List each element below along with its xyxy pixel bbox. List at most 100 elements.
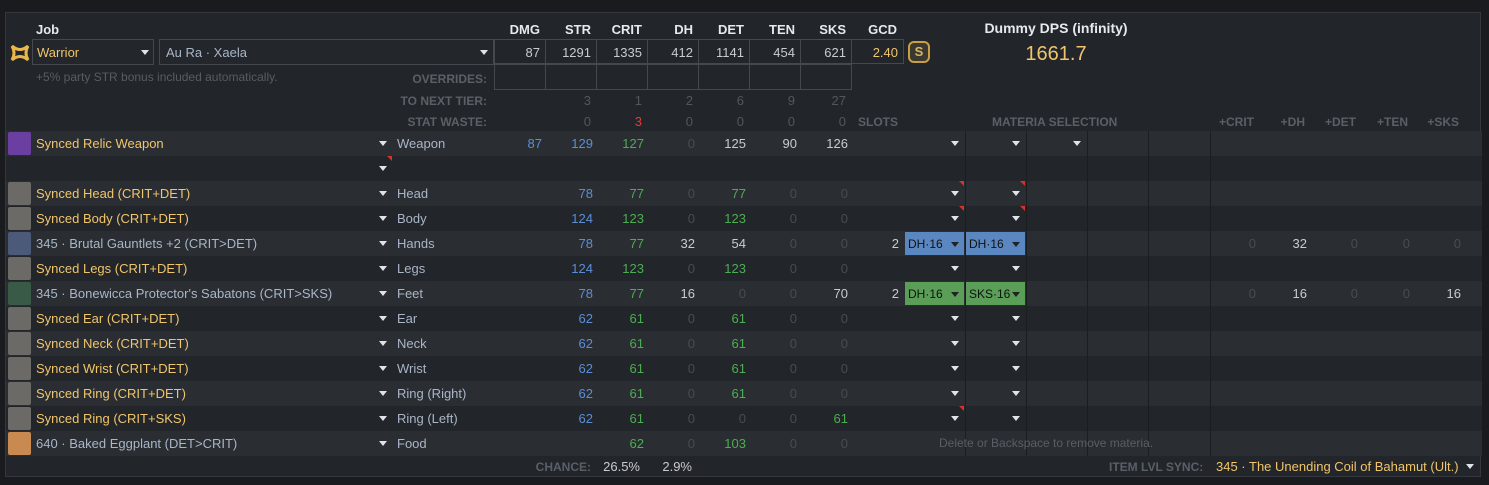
materia-select-chevron-icon[interactable] — [1012, 216, 1020, 221]
materia-select[interactable]: DH·16 — [905, 232, 964, 255]
job-value: Warrior — [37, 45, 80, 60]
gear-row[interactable]: Synced Ring (CRIT+SKS) Ring (Left) 62 61 0 0 0… — [6, 406, 1482, 431]
materia-divider — [1026, 306, 1027, 331]
materia-divider — [1087, 381, 1088, 406]
item-select-chevron-icon[interactable] — [379, 316, 387, 321]
item-name[interactable]: 640 · Baked Eggplant (DET>CRIT) — [36, 436, 237, 451]
stat-ten: 0 — [789, 411, 797, 426]
item-select-chevron-icon[interactable] — [379, 441, 387, 446]
override-input-dmg[interactable] — [494, 64, 546, 90]
materia-select-chevron-icon[interactable] — [951, 316, 959, 321]
override-input-ten[interactable] — [749, 64, 801, 90]
gear-row[interactable]: Synced Ear (CRIT+DET) Ear 62 61 0 61 0 0 — [6, 306, 1482, 331]
slot-label: Legs — [397, 261, 426, 276]
item-select-chevron-icon[interactable] — [379, 416, 387, 421]
item-select-chevron-icon[interactable] — [379, 291, 387, 296]
materia-select-chevron-icon[interactable] — [1012, 341, 1020, 346]
gear-row[interactable]: 345 · Bonewicca Protector's Sabatons (CR… — [6, 281, 1482, 306]
item-select-chevron-icon[interactable] — [379, 191, 387, 196]
materia-select-chevron-icon[interactable] — [1073, 141, 1081, 146]
materia-divider — [1148, 206, 1149, 231]
item-select-chevron-icon[interactable] — [379, 141, 387, 146]
stat-sks: 0 — [840, 261, 848, 276]
materia-select-chevron-icon[interactable] — [951, 141, 959, 146]
item-name[interactable]: Synced Ear (CRIT+DET) — [36, 311, 179, 326]
stat-value-dmg: 87 — [494, 39, 546, 64]
override-input-str[interactable] — [545, 64, 597, 90]
item-name[interactable]: Synced Head (CRIT+DET) — [36, 186, 190, 201]
materia-select-chevron-icon[interactable] — [1012, 391, 1020, 396]
materia-select-chevron-icon[interactable] — [1012, 366, 1020, 371]
next-tier-value: 9 — [787, 93, 795, 108]
materia-select-chevron-icon[interactable] — [951, 216, 959, 221]
materia-select-chevron-icon[interactable] — [951, 191, 959, 196]
item-name[interactable]: Synced Ring (CRIT+SKS) — [36, 411, 186, 426]
gear-row[interactable]: 640 · Baked Eggplant (DET>CRIT) Food 62 0 10… — [6, 431, 1482, 456]
materia-select-chevron-icon[interactable] — [951, 391, 959, 396]
item-name[interactable]: 345 · Bonewicca Protector's Sabatons (CR… — [36, 286, 332, 301]
materia-select[interactable]: DH·16 — [966, 232, 1025, 255]
column-divider — [1210, 156, 1211, 181]
materia-slot-count: 2 — [891, 286, 899, 301]
column-divider — [1210, 231, 1211, 256]
gear-row[interactable]: 345 · Brutal Gauntlets +2 (CRIT>DET) Hand… — [6, 231, 1482, 256]
item-name[interactable]: Synced Wrist (CRIT+DET) — [36, 361, 189, 376]
materia-divider — [965, 356, 966, 381]
materia-divider — [1026, 281, 1027, 306]
materia-select-chevron-icon[interactable] — [1012, 141, 1020, 146]
gear-row[interactable]: Synced Legs (CRIT+DET) Legs 124 123 0 123 0 0 — [6, 256, 1482, 281]
materia-select-chevron-icon[interactable] — [1012, 316, 1020, 321]
item-name[interactable]: Synced Ring (CRIT+DET) — [36, 386, 186, 401]
skill-speed-icon[interactable]: S — [908, 41, 930, 63]
stat-sks: 0 — [840, 311, 848, 326]
materia-select[interactable]: SKS·16 — [966, 282, 1025, 305]
item-select-chevron-icon[interactable] — [379, 266, 387, 271]
item-select-chevron-icon[interactable] — [379, 341, 387, 346]
gear-row[interactable]: Synced Wrist (CRIT+DET) Wrist 62 61 0 61 0 0 — [6, 356, 1482, 381]
item-select-chevron-icon[interactable] — [379, 241, 387, 246]
gear-row[interactable] — [6, 156, 1482, 181]
column-divider — [1210, 356, 1211, 381]
item-select-chevron-icon[interactable] — [379, 216, 387, 221]
job-select[interactable]: Warrior — [32, 39, 154, 65]
materia-select-chevron-icon[interactable] — [951, 341, 959, 346]
item-name[interactable]: 345 · Brutal Gauntlets +2 (CRIT>DET) — [36, 236, 257, 251]
stat-ten: 0 — [789, 386, 797, 401]
materia-select-chevron-icon[interactable] — [1012, 191, 1020, 196]
override-input-det[interactable] — [698, 64, 750, 90]
gear-row[interactable]: Synced Body (CRIT+DET) Body 124 123 0 123 0 0 — [6, 206, 1482, 231]
next-tier-value: 3 — [583, 93, 591, 108]
item-name[interactable]: Synced Legs (CRIT+DET) — [36, 261, 187, 276]
gear-row[interactable]: Synced Relic Weapon Weapon 87 129 127 0 125 90 1… — [6, 131, 1482, 156]
bonus-value: 0 — [1402, 236, 1410, 251]
chevron-down-icon — [480, 50, 488, 55]
gear-row[interactable]: Synced Head (CRIT+DET) Head 78 77 0 77 0 0 — [6, 181, 1482, 206]
stat-str: 62 — [578, 361, 593, 376]
materia-divider — [1148, 331, 1149, 356]
gear-row[interactable]: Synced Ring (CRIT+DET) Ring (Right) 62 61 0 6… — [6, 381, 1482, 406]
materia-select[interactable]: DH·16 — [905, 282, 964, 305]
race-select[interactable]: Au Ra · Xaela — [159, 39, 494, 65]
item-name[interactable]: Synced Neck (CRIT+DET) — [36, 336, 189, 351]
item-name[interactable]: Synced Relic Weapon — [36, 136, 164, 151]
materia-divider — [1148, 381, 1149, 406]
materia-select-chevron-icon[interactable] — [1012, 266, 1020, 271]
warrior-job-icon — [10, 44, 30, 62]
stat-crit: 61 — [629, 336, 644, 351]
stat-dh: 0 — [687, 336, 695, 351]
override-input-dh[interactable] — [647, 64, 699, 90]
stat-ten: 0 — [789, 261, 797, 276]
gear-row[interactable]: Synced Neck (CRIT+DET) Neck 62 61 0 61 0 0 — [6, 331, 1482, 356]
gear-planner-panel: Job Warrior Au Ra · Xaela +5% party STR … — [5, 12, 1482, 477]
item-name[interactable]: Synced Body (CRIT+DET) — [36, 211, 189, 226]
materia-select-chevron-icon[interactable] — [951, 416, 959, 421]
item-level-sync-select[interactable]: 345 · The Unending Coil of Bahamut (Ult.… — [1216, 459, 1475, 474]
materia-select-chevron-icon[interactable] — [951, 266, 959, 271]
item-select-chevron-icon[interactable] — [379, 391, 387, 396]
materia-select-chevron-icon[interactable] — [1012, 416, 1020, 421]
materia-select-chevron-icon[interactable] — [951, 366, 959, 371]
item-select-chevron-icon[interactable] — [379, 166, 387, 171]
override-input-sks[interactable] — [800, 64, 852, 90]
override-input-crit[interactable] — [596, 64, 648, 90]
item-select-chevron-icon[interactable] — [379, 366, 387, 371]
